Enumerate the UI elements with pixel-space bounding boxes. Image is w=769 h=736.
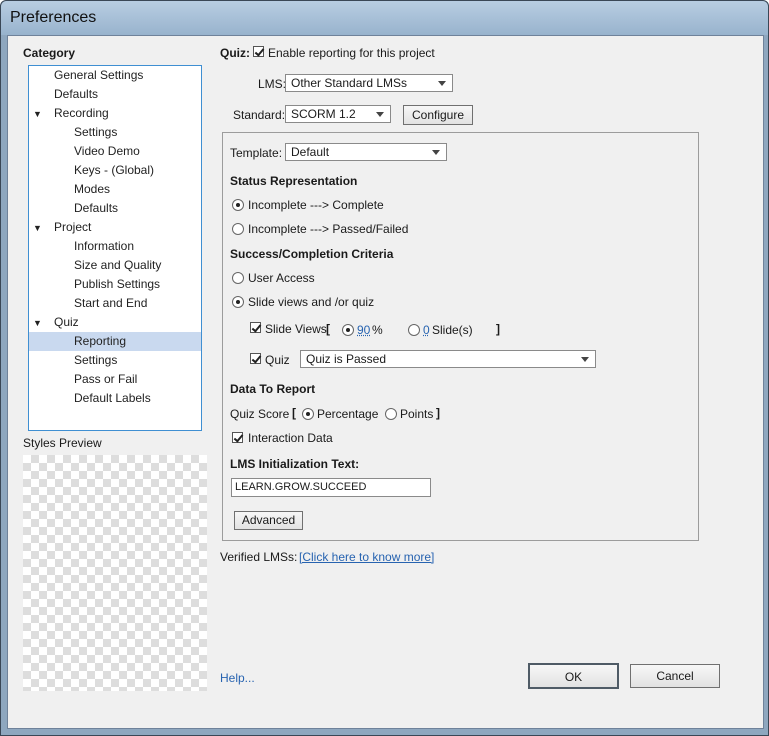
chevron-down-icon [581, 357, 589, 362]
slide-views-quiz-label: Slide views and /or quiz [248, 295, 375, 309]
interaction-data-label: Interaction Data [248, 431, 333, 445]
quiz-score-bracket-open: [ [292, 406, 296, 420]
lms-select[interactable]: Other Standard LMSs [285, 74, 453, 92]
help-link[interactable]: Help... [220, 671, 255, 685]
slide-views-checkbox[interactable] [250, 322, 261, 333]
tree-item-project[interactable]: Project [54, 218, 91, 237]
quiz-criteria-select-value: Quiz is Passed [306, 352, 387, 366]
quiz-score-bracket-close: ] [436, 406, 440, 420]
standard-select-value: SCORM 1.2 [291, 107, 356, 121]
success-criteria-heading: Success/Completion Criteria [230, 247, 394, 261]
status-representation-heading: Status Representation [230, 174, 358, 188]
interaction-data-checkbox[interactable] [232, 432, 243, 443]
template-select-value: Default [291, 145, 330, 159]
lms-label: LMS: [258, 77, 287, 91]
data-to-report-heading: Data To Report [230, 382, 316, 396]
template-label: Template: [230, 146, 283, 160]
tree-item-size-and-quality[interactable]: Size and Quality [74, 256, 161, 275]
status-complete-radio[interactable] [232, 199, 244, 211]
slide-views-bracket-close: ] [496, 322, 500, 336]
ok-button[interactable]: OK [528, 663, 619, 689]
quiz-label: Quiz: [220, 46, 250, 60]
category-tree: General Settings Defaults ▼ Recording Se… [28, 65, 202, 431]
slides-radio[interactable] [408, 324, 420, 336]
tree-item-recording-defaults[interactable]: Defaults [74, 199, 118, 218]
chevron-down-icon [438, 81, 446, 86]
quiz-criteria-label: Quiz [265, 353, 290, 367]
category-label: Category [23, 46, 76, 60]
standard-label: Standard: [233, 108, 286, 122]
template-select[interactable]: Default [285, 143, 447, 161]
percent-unit: % [372, 323, 383, 337]
expand-arrow-icon[interactable]: ▼ [33, 318, 42, 328]
chevron-down-icon [376, 112, 384, 117]
tree-item-modes[interactable]: Modes [74, 180, 110, 199]
tree-item-quiz-settings[interactable]: Settings [74, 351, 117, 370]
tree-item-start-and-end[interactable]: Start and End [74, 294, 147, 313]
points-radio[interactable] [385, 408, 397, 420]
percent-radio[interactable] [342, 324, 354, 336]
tree-item-reporting[interactable]: Reporting [29, 332, 201, 351]
window-title: Preferences [10, 9, 97, 26]
tree-item-information[interactable]: Information [74, 237, 134, 256]
tree-item-recording-settings[interactable]: Settings [74, 123, 117, 142]
user-access-radio[interactable] [232, 272, 244, 284]
slide-views-bracket-open: [ [326, 322, 330, 336]
percentage-label: Percentage [317, 407, 379, 421]
enable-reporting-label: Enable reporting for this project [268, 46, 435, 60]
dialog-body: Category General Settings Defaults ▼ Rec… [7, 35, 764, 729]
lms-select-value: Other Standard LMSs [291, 76, 408, 90]
standard-select[interactable]: SCORM 1.2 [285, 105, 391, 123]
percent-value[interactable]: 90 [357, 323, 370, 337]
title-bar[interactable]: Preferences [1, 1, 768, 35]
verified-lms-label: Verified LMSs: [220, 550, 298, 564]
lms-init-heading: LMS Initialization Text: [230, 457, 360, 471]
tree-item-recording[interactable]: Recording [54, 104, 109, 123]
enable-reporting-checkbox[interactable] [253, 46, 264, 57]
status-complete-label: Incomplete ---> Complete [248, 198, 384, 212]
styles-preview-canvas [23, 455, 207, 691]
tree-item-video-demo[interactable]: Video Demo [74, 142, 140, 161]
configure-button[interactable]: Configure [403, 105, 473, 125]
user-access-label: User Access [248, 271, 315, 285]
slides-unit: Slide(s) [432, 323, 473, 337]
preferences-window: Preferences Category General Settings De… [0, 0, 769, 736]
expand-arrow-icon[interactable]: ▼ [33, 109, 42, 119]
advanced-button[interactable]: Advanced [234, 511, 303, 530]
percentage-radio[interactable] [302, 408, 314, 420]
tree-item-reporting-label: Reporting [74, 334, 127, 348]
tree-item-default-labels[interactable]: Default Labels [74, 389, 151, 408]
quiz-score-label: Quiz Score [230, 407, 290, 421]
slide-views-quiz-radio[interactable] [232, 296, 244, 308]
styles-preview-label: Styles Preview [23, 436, 102, 450]
tree-item-keys-global[interactable]: Keys - (Global) [74, 161, 154, 180]
tree-item-pass-or-fail[interactable]: Pass or Fail [74, 370, 137, 389]
points-label: Points [400, 407, 434, 421]
tree-item-general-settings[interactable]: General Settings [54, 66, 143, 85]
tree-item-publish-settings[interactable]: Publish Settings [74, 275, 160, 294]
status-passed-failed-radio[interactable] [232, 223, 244, 235]
slides-value[interactable]: 0 [423, 323, 430, 337]
tree-item-quiz[interactable]: Quiz [54, 313, 79, 332]
tree-item-defaults[interactable]: Defaults [54, 85, 98, 104]
lms-init-text-input[interactable]: LEARN.GROW.SUCCEED [231, 478, 431, 497]
chevron-down-icon [432, 150, 440, 155]
quiz-criteria-checkbox[interactable] [250, 353, 261, 364]
slide-views-label: Slide Views [265, 322, 327, 336]
cancel-button[interactable]: Cancel [630, 664, 720, 688]
quiz-criteria-select[interactable]: Quiz is Passed [300, 350, 596, 368]
verified-lms-link[interactable]: [Click here to know more] [299, 550, 434, 564]
status-passed-failed-label: Incomplete ---> Passed/Failed [248, 222, 409, 236]
expand-arrow-icon[interactable]: ▼ [33, 223, 42, 233]
